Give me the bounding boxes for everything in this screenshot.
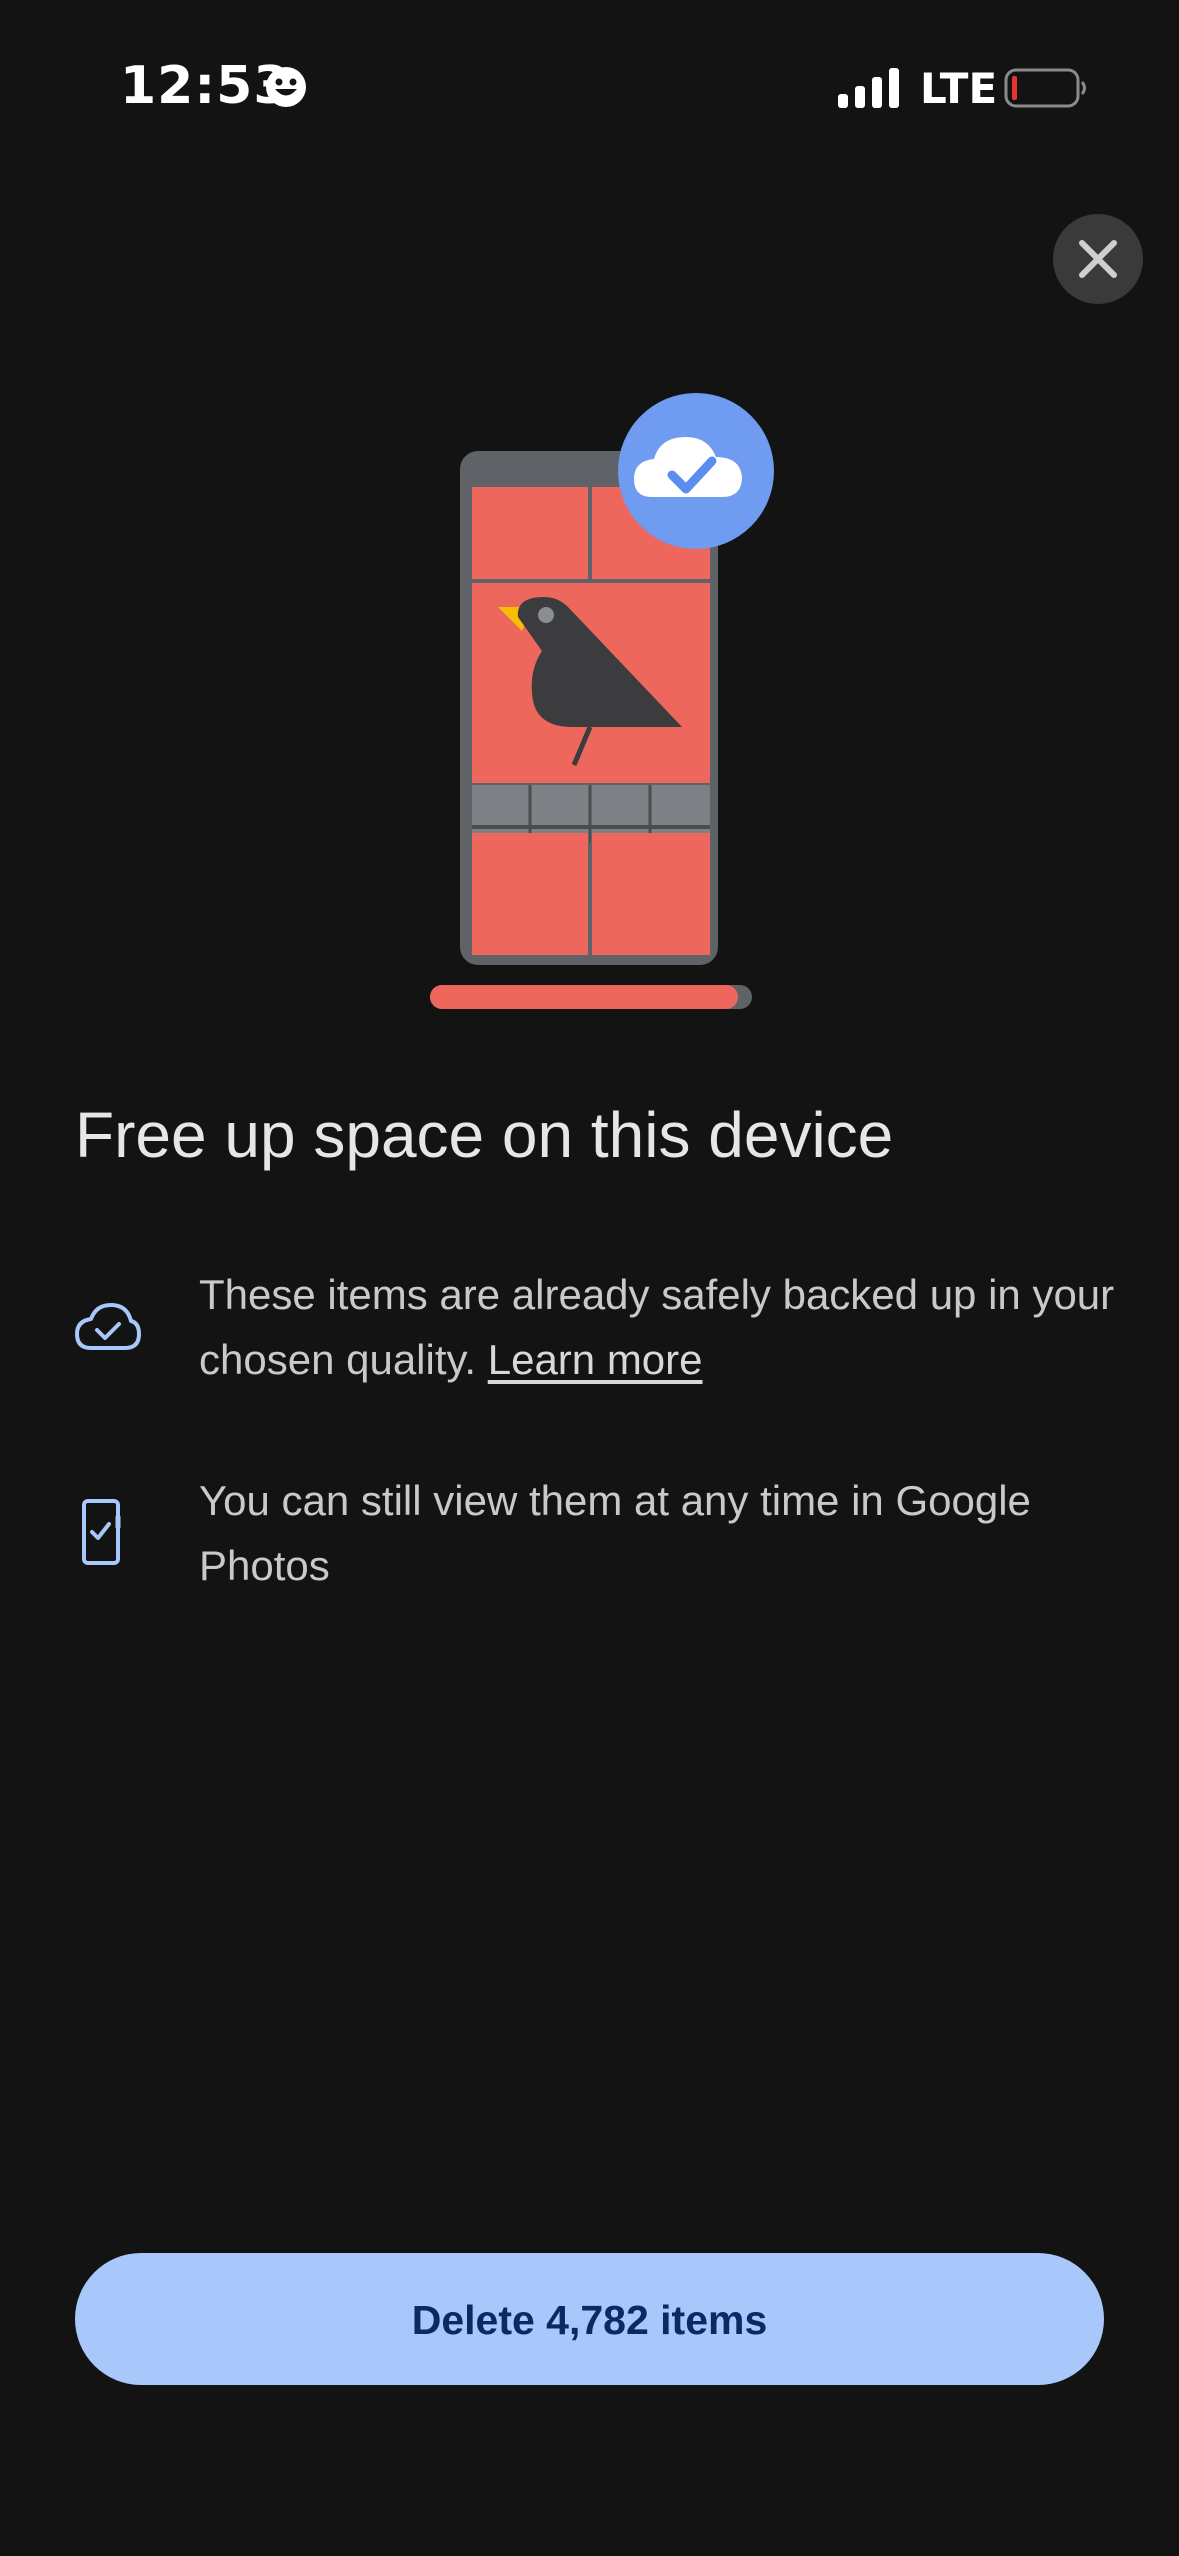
close-icon [1079,240,1117,278]
signal-icon [838,68,899,108]
status-bar: 12:53 LTE [0,0,1179,175]
info-row-view: You can still view them at any time in G… [75,1468,1115,1608]
info-row-backup: These items are already safely backed up… [75,1262,1115,1402]
close-button[interactable] [1053,214,1143,304]
illustration [430,393,774,1009]
phone-check-icon [82,1499,121,1565]
network-label: LTE [920,64,998,113]
learn-more-link[interactable]: Learn more [488,1336,703,1383]
page-title: Free up space on this device [75,1099,894,1171]
view-info-text: You can still view them at any time in G… [199,1477,1031,1589]
delete-items-button[interactable]: Delete 4,782 items [75,2253,1104,2385]
battery-icon [1004,68,1086,108]
backup-info-text: These items are already safely backed up… [199,1262,1159,1392]
cloud-check-icon [75,1303,141,1350]
cloud-check-icon [618,393,774,549]
smiley-emoji-icon [266,67,306,107]
